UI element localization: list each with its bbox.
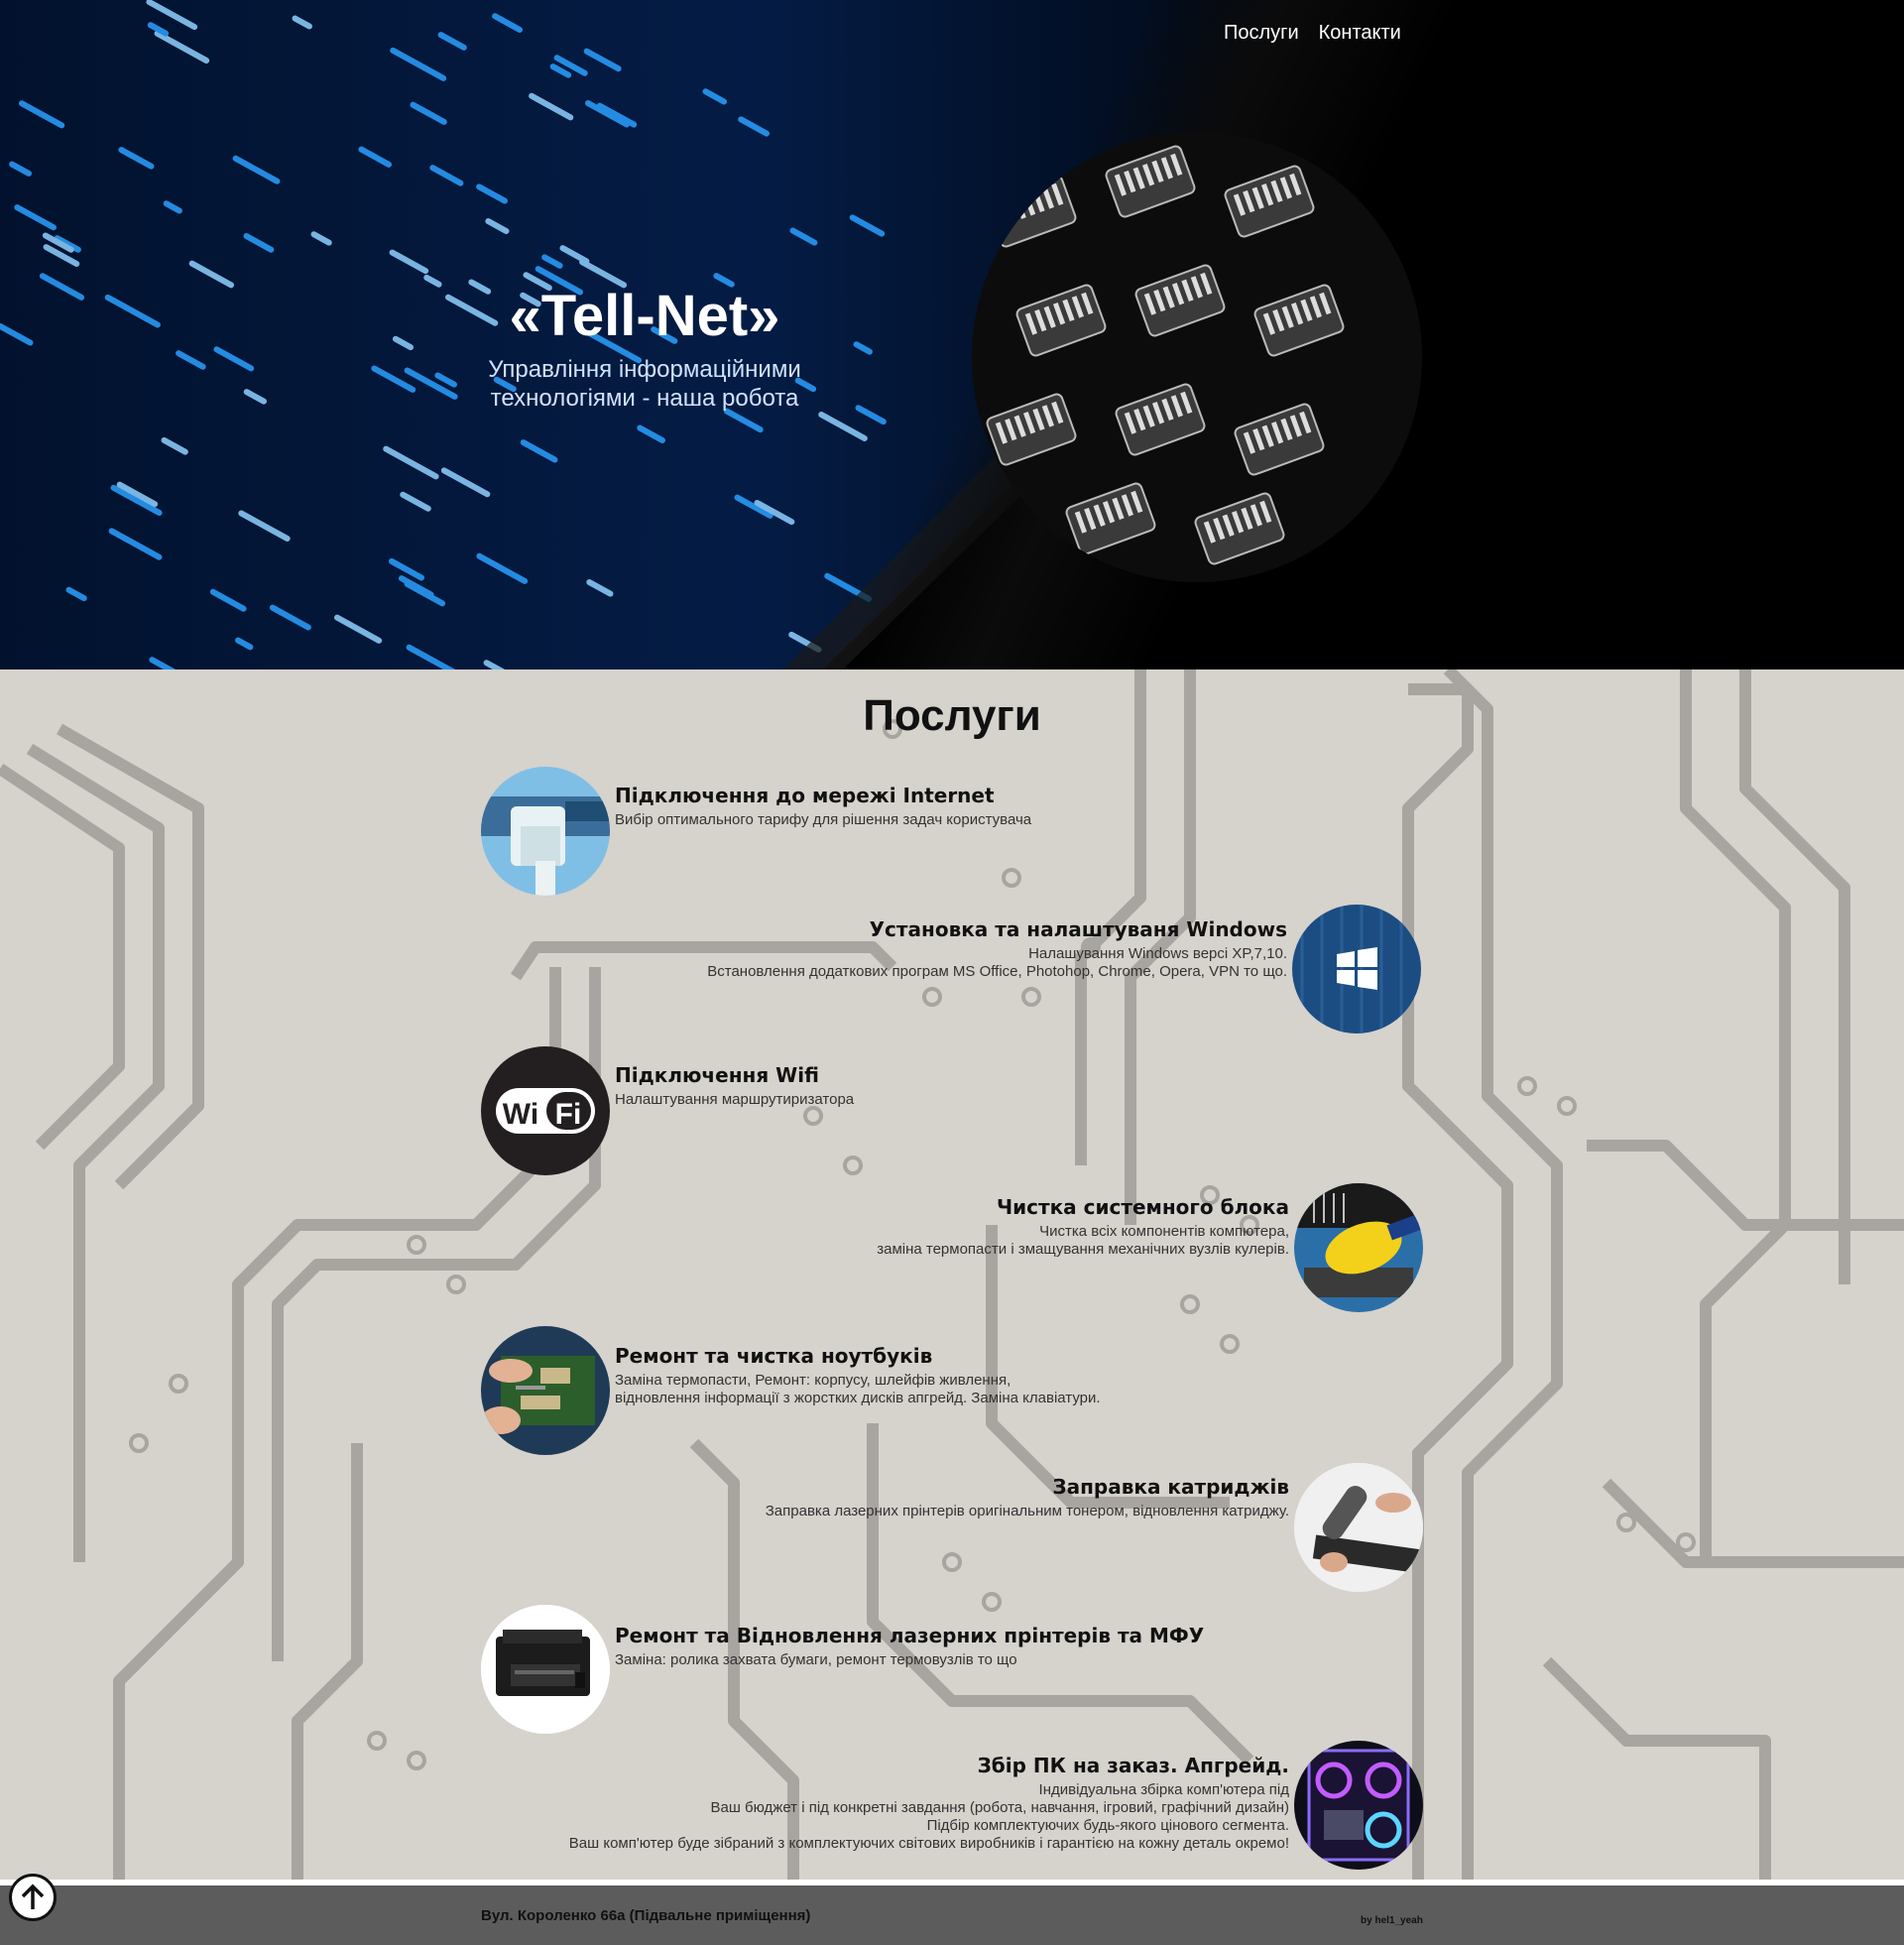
hero-ethernet-connectors-image — [972, 132, 1422, 582]
ethernet-icon — [481, 767, 610, 896]
decor-circuit-pad — [922, 987, 942, 1007]
service-description: Чистка всіх компонентів компютера, замін… — [877, 1223, 1289, 1258]
main-nav: Послуги Контакти — [1224, 22, 1401, 45]
services-section: Послуги Підключення до мережі Internet В… — [0, 669, 1904, 1880]
decor-circuit-pad — [446, 1275, 466, 1294]
decor-circuit-trace — [1739, 669, 1850, 1284]
nav-link-contacts[interactable]: Контакти — [1319, 22, 1401, 45]
hero-brand: «Tell-Net» Управління інформаційними тех… — [466, 283, 823, 413]
wifi-logo-text-left: Wi — [503, 1098, 538, 1131]
service-title: Установка та налаштуваня Windows — [869, 917, 1287, 941]
service-title: Ремонт та Відновлення лазерних прінтерів… — [615, 1624, 1205, 1647]
decor-circuit-pad — [407, 1751, 426, 1770]
site-title: «Tell-Net» — [509, 284, 780, 348]
service-description: Заміна: ролика захвата бумаги, ремонт те… — [615, 1651, 1017, 1668]
decor-circuit-pad — [982, 1592, 1002, 1612]
windows-icon — [1292, 905, 1421, 1033]
service-description: Налаштування маршрутиризатора — [615, 1091, 855, 1108]
service-description: Індивідуальна збірка комп'ютера під Ваш … — [568, 1781, 1289, 1852]
decor-circuit-pad — [1676, 1532, 1696, 1552]
decor-circuit-trace — [1542, 1656, 1771, 1880]
decor-circuit-pad — [1180, 1294, 1200, 1314]
printer-icon — [481, 1605, 610, 1734]
decor-circuit-pad — [1220, 1334, 1240, 1354]
decor-circuit-pad — [169, 1374, 188, 1394]
cleaning-brush-icon — [1294, 1183, 1423, 1312]
service-title: Підключення Wifi — [615, 1063, 819, 1087]
laptop-repair-icon — [481, 1326, 610, 1455]
decor-circuit-pad — [129, 1433, 149, 1453]
service-description: Заміна термопасти, Ремонт: корпусу, шлей… — [615, 1372, 1101, 1406]
decor-circuit-pad — [1616, 1513, 1636, 1532]
footer-credit: by hel1_yeah — [1361, 1915, 1423, 1926]
services-heading: Послуги — [863, 691, 1041, 740]
decor-circuit-pad — [1021, 987, 1041, 1007]
arrow-up-icon — [21, 1884, 45, 1909]
decor-circuit-trace — [867, 1423, 1254, 1765]
hero-section: Послуги Контакти «Tell-Net» Управління і… — [0, 0, 1904, 669]
decor-circuit-pad — [942, 1552, 962, 1572]
decor-circuit-pad — [1517, 1076, 1537, 1096]
decor-circuit-trace — [26, 743, 165, 1562]
service-description: Вибір оптимального тарифу для рішення за… — [615, 811, 1032, 828]
wifi-logo-text-right: Fi — [555, 1098, 582, 1131]
service-title: Підключення до мережі Internet — [615, 784, 995, 807]
decor-circuit-pad — [1557, 1096, 1577, 1116]
decor-circuit-trace — [0, 764, 125, 1151]
wifi-icon: Wi Fi — [481, 1046, 610, 1175]
footer-address: Вул. Короленко 66а (Підвальне приміщення… — [481, 1907, 811, 1924]
decor-circuit-trace — [292, 1443, 363, 1880]
decor-circuit-pad — [407, 1235, 426, 1255]
nav-link-services[interactable]: Послуги — [1224, 22, 1299, 45]
service-title: Збір ПК на заказ. Апгрейд. — [977, 1754, 1289, 1777]
decor-circuit-pad — [1002, 868, 1021, 888]
decor-circuit-trace — [1587, 1140, 1904, 1231]
scroll-to-top-button[interactable] — [9, 1874, 57, 1921]
site-footer: Вул. Короленко 66а (Підвальне приміщення… — [0, 1880, 1904, 1945]
service-title: Заправка катриджів — [1052, 1475, 1289, 1499]
decor-circuit-pad — [843, 1155, 863, 1175]
service-description: Заправка лазерних прінтерів оригінальним… — [765, 1503, 1289, 1520]
site-tagline: Управління інформаційними технологіями -… — [488, 356, 801, 412]
gaming-pc-icon — [1294, 1741, 1423, 1870]
cartridge-icon — [1294, 1463, 1423, 1592]
decor-circuit-trace — [1680, 669, 1791, 1562]
decor-circuit-pad — [367, 1731, 387, 1751]
service-description: Налашування Windows версі XP,7,10. Встан… — [707, 945, 1287, 980]
circuit-board-background — [0, 669, 1904, 1880]
decor-circuit-pad — [803, 1106, 823, 1126]
service-title: Чистка системного блока — [996, 1195, 1289, 1219]
service-title: Ремонт та чистка ноутбуків — [615, 1344, 933, 1368]
decor-circuit-trace — [1602, 1478, 1904, 1568]
